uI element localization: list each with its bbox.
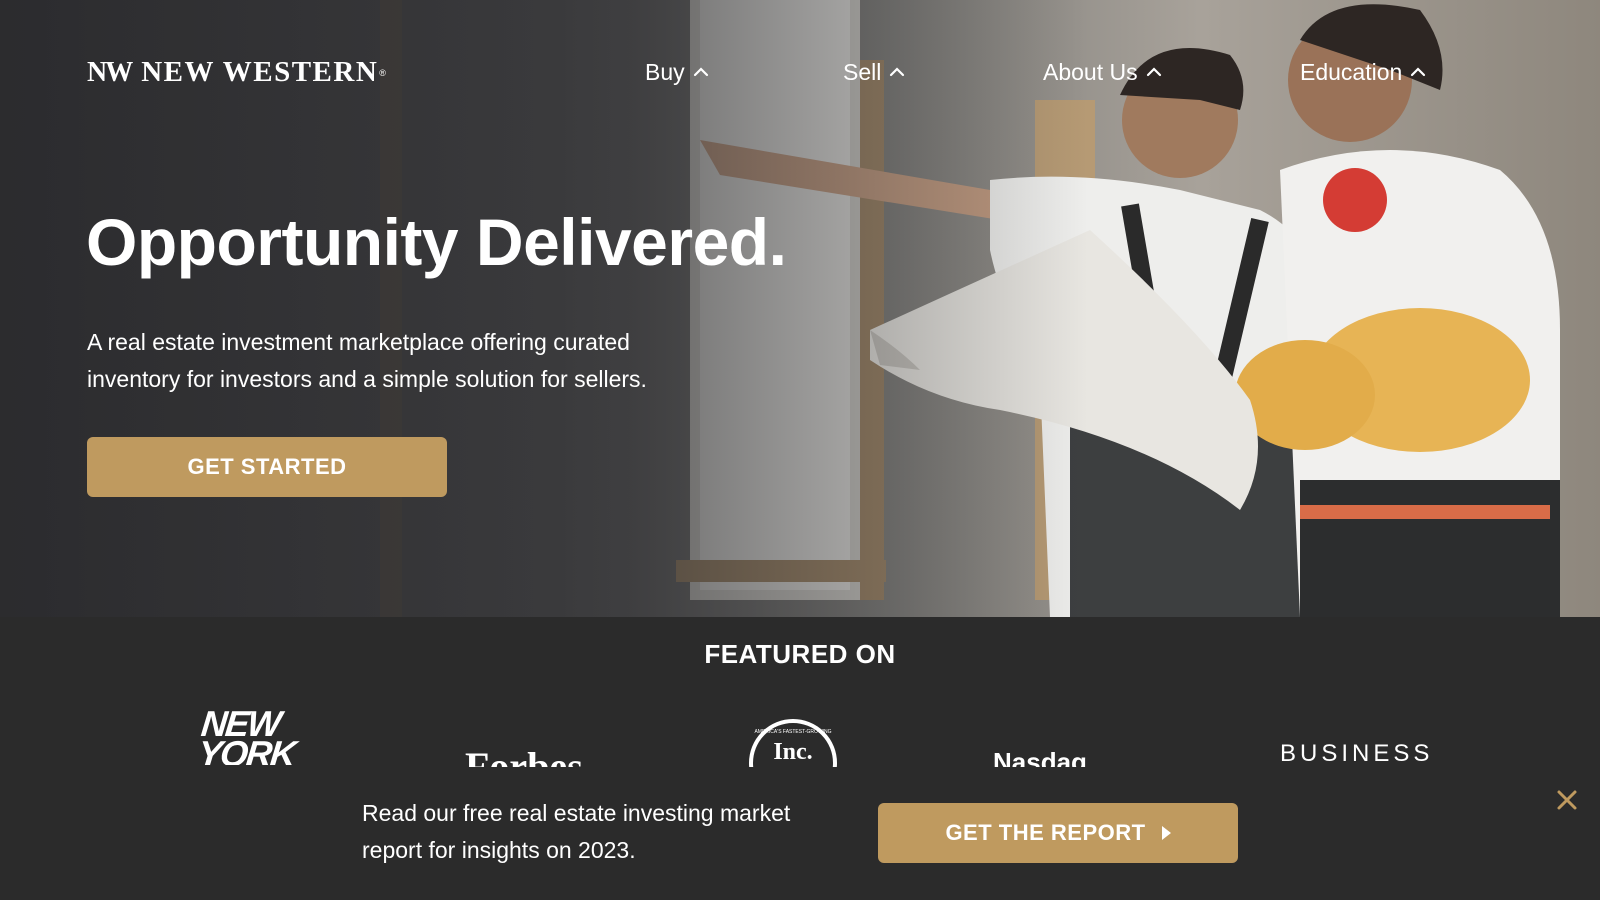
chevron-up-icon [693, 67, 708, 77]
close-icon[interactable] [1554, 787, 1580, 813]
nav-item-about-us[interactable]: About Us [1043, 56, 1162, 88]
hero-overlay [0, 0, 1600, 617]
business-insider-logo: BUSINESS [1280, 740, 1434, 767]
new-york-post-logo: NEW YORK [197, 709, 297, 765]
nav-item-sell[interactable]: Sell [843, 56, 905, 88]
chevron-up-icon [1146, 67, 1161, 77]
nav-item-education[interactable]: Education [1300, 56, 1426, 88]
inc-ring-text: AMERICA'S FASTEST-GROWING [754, 729, 831, 735]
report-banner: Read our free real estate investing mark… [0, 767, 1600, 900]
brand-logo[interactable]: NW NEW WESTERN ® [87, 56, 386, 89]
chevron-up-icon [1411, 67, 1426, 77]
hero-headline: Opportunity Delivered. [86, 205, 787, 279]
hero-subhead: A real estate investment marketplace off… [87, 329, 647, 392]
report-button-label: GET THE REPORT [945, 820, 1146, 845]
banner-text: Read our free real estate investing mark… [362, 800, 791, 863]
logo-registered-mark: ® [379, 67, 386, 78]
inc-logo: Inc. AMERICA'S FASTEST-GROWING [747, 717, 839, 767]
get-the-report-button[interactable]: GET THE REPORT [878, 803, 1238, 863]
nasdaq-logo: Nasdaq [993, 747, 1087, 767]
logo-mark: NW [87, 56, 133, 88]
inc-logo-text: Inc. [773, 739, 812, 765]
nav-item-label: Buy [645, 58, 685, 85]
hero-section: NW NEW WESTERN ® Buy Sell About Us Educa… [0, 0, 1600, 617]
nav-item-label: Sell [843, 58, 882, 85]
forbes-logo: Forbes [465, 745, 605, 767]
featured-title: FEATURED ON [704, 639, 896, 669]
play-icon [1161, 826, 1171, 840]
nav-item-label: Education [1300, 58, 1403, 85]
nav-item-label: About Us [1043, 58, 1138, 85]
logo-text: NEW WESTERN [141, 56, 379, 88]
nav-item-buy[interactable]: Buy [645, 56, 709, 88]
chevron-up-icon [890, 67, 905, 77]
get-started-button[interactable]: GET STARTED [87, 437, 447, 497]
